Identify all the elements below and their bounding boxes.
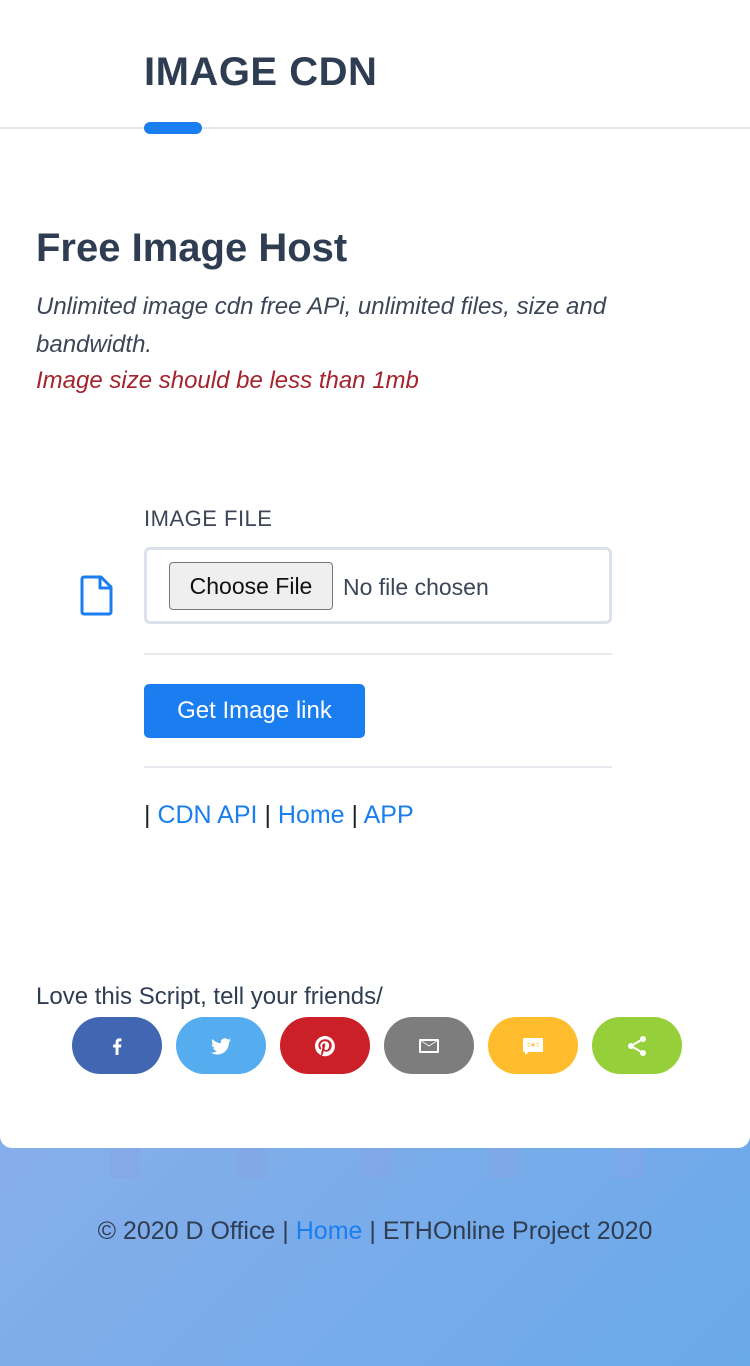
email-icon: [419, 1038, 439, 1053]
facebook-share-button[interactable]: [72, 1017, 162, 1074]
share-icon: [628, 1035, 646, 1056]
main-card: IMAGE CDN Free Image Host Unlimited imag…: [0, 0, 750, 1148]
facebook-icon: [113, 1037, 122, 1055]
sms-icon: [523, 1037, 543, 1055]
pinterest-icon: [315, 1035, 335, 1056]
link-separator: |: [351, 801, 359, 829]
page-subtitle: Unlimited image cdn free APi, unlimited …: [36, 293, 607, 358]
twitter-icon: [211, 1037, 231, 1054]
brand-underline: [144, 122, 202, 134]
app-link[interactable]: APP: [364, 801, 414, 829]
link-separator: |: [144, 801, 151, 829]
link-separator: |: [264, 801, 271, 829]
sms-share-button[interactable]: [488, 1017, 578, 1074]
divider: [144, 766, 612, 768]
file-icon: [80, 575, 113, 616]
share-prompt: Love this Script, tell your friends/: [36, 983, 383, 1010]
page-title: Free Image Host: [36, 226, 348, 270]
footer-separator: |: [282, 1217, 289, 1245]
copyright-text: © 2020 D Office: [97, 1217, 276, 1245]
nav-links: | CDN API | Home | APP: [144, 799, 414, 831]
pinterest-share-button[interactable]: [280, 1017, 370, 1074]
file-status-text: No file chosen: [343, 574, 489, 600]
image-file-label: IMAGE FILE: [144, 506, 273, 531]
header: IMAGE CDN: [0, 0, 750, 134]
divider: [144, 653, 612, 655]
project-text: ETHOnline Project 2020: [382, 1217, 653, 1245]
footer-separator: |: [369, 1217, 376, 1245]
share-buttons: [72, 1017, 682, 1074]
cdn-api-link[interactable]: CDN API: [157, 801, 257, 829]
twitter-share-button[interactable]: [176, 1017, 266, 1074]
footer-home-link[interactable]: Home: [296, 1217, 363, 1245]
brand-title[interactable]: IMAGE CDN: [144, 50, 377, 95]
email-share-button[interactable]: [384, 1017, 474, 1074]
file-input[interactable]: Choose File No file chosen: [144, 547, 612, 624]
footer: © 2020 D Office | Home | ETHOnline Proje…: [0, 1217, 750, 1246]
choose-file-button[interactable]: Choose File: [169, 562, 333, 610]
get-image-link-button[interactable]: Get Image link: [144, 684, 365, 738]
share-button[interactable]: [592, 1017, 682, 1074]
home-link[interactable]: Home: [278, 801, 345, 829]
size-warning: Image size should be less than 1mb: [36, 367, 419, 394]
